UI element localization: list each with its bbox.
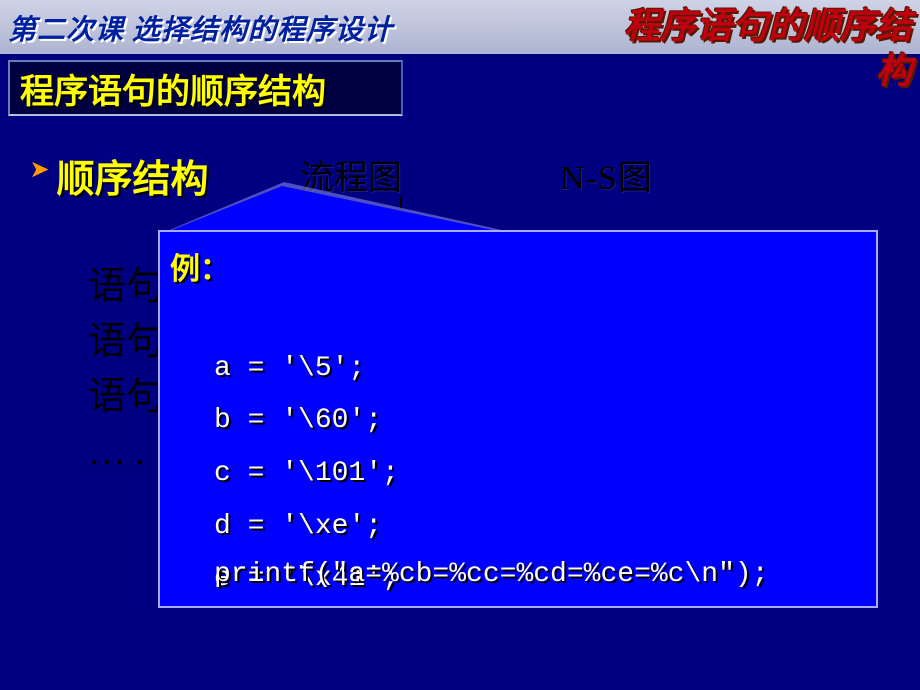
- lesson-title: 第二次课 选择结构的程序设计: [8, 8, 393, 48]
- code-example-label: 例：: [170, 244, 230, 288]
- subheader-text: 程序语句的顺序结构: [20, 64, 326, 113]
- code-line-2: b = '\60';: [214, 405, 382, 436]
- left-line-4: … .: [88, 425, 164, 480]
- bullet-arrow-icon: ➤: [30, 157, 50, 191]
- red-heading: 程序语句的顺序结 构: [572, 4, 912, 94]
- code-line-4: d = '\xe';: [214, 511, 382, 542]
- red-heading-line1: 程序语句的顺序结: [624, 6, 912, 46]
- code-line-1: a = '\5';: [214, 353, 365, 384]
- code-callout-box: 例： a = '\5'; b = '\60'; c = '\101'; d = …: [158, 230, 878, 608]
- callout-pointer: [162, 186, 512, 234]
- left-statement-list: 语句 语句 语句 … .: [88, 260, 164, 480]
- left-line-1: 语句: [88, 260, 164, 315]
- left-line-2: 语句: [88, 315, 164, 370]
- left-line-3: 语句: [88, 370, 164, 425]
- subheader-bar: 程序语句的顺序结构: [8, 60, 403, 116]
- red-heading-line2: 构: [876, 51, 912, 91]
- code-last-line: printf("a=%cb=%cc=%cd=%ce=%c\n");: [214, 559, 769, 590]
- ns-column-label: N-S图: [560, 150, 653, 199]
- code-line-3: c = '\101';: [214, 458, 399, 489]
